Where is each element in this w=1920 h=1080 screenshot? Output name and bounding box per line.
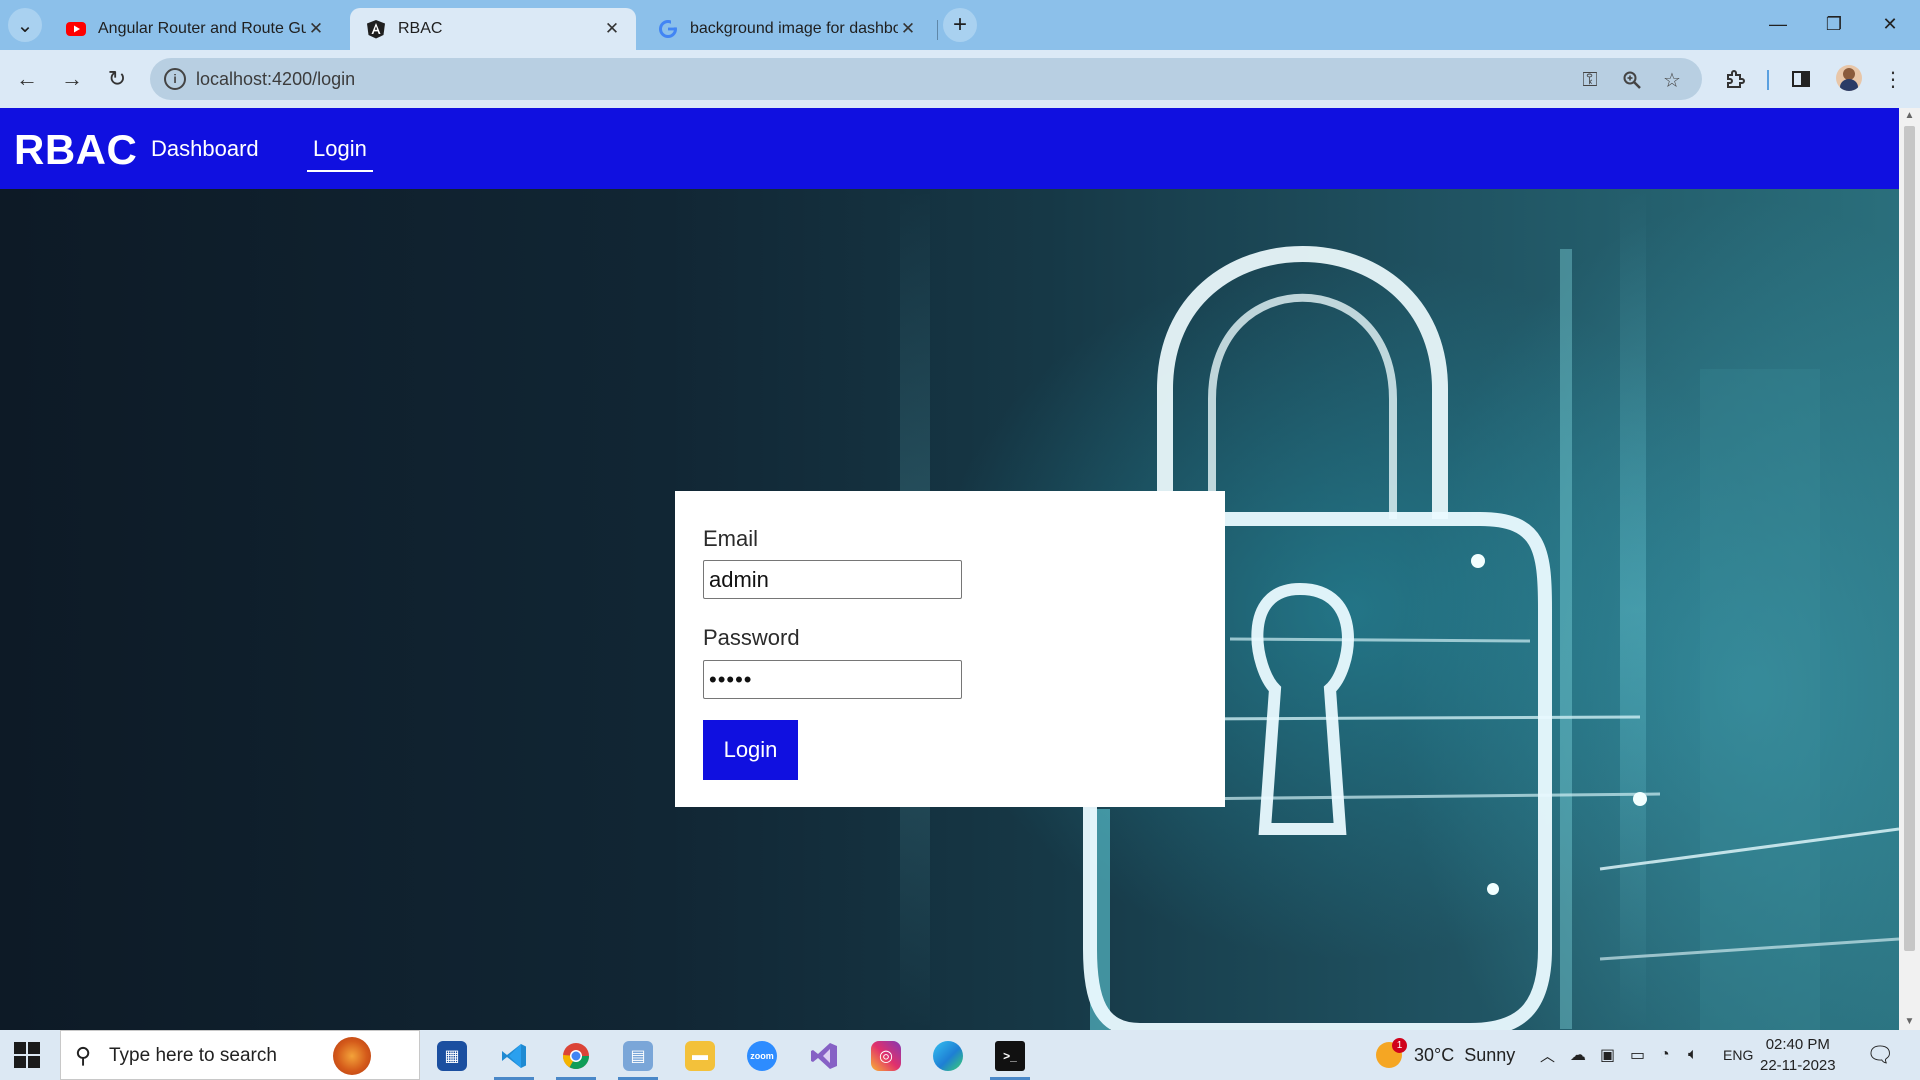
login-button[interactable]: Login [703, 720, 798, 780]
reload-button[interactable]: ↻ [100, 62, 134, 96]
app-navbar: RBAC Dashboard Login [0, 108, 1899, 189]
url-text[interactable]: localhost:4200/login [196, 69, 355, 90]
back-button[interactable]: ← [10, 62, 44, 96]
password-key-icon[interactable]: ⚿ [1578, 68, 1602, 92]
vscode-icon [499, 1041, 529, 1071]
minimize-button[interactable]: — [1750, 0, 1806, 48]
taskbar-app-terminal[interactable]: >_ [986, 1036, 1034, 1080]
tab-angular-router[interactable]: Angular Router and Route Gua ✕ [50, 8, 340, 50]
photos-icon: ▤ [623, 1041, 653, 1071]
security-tray-icon[interactable]: ▣ [1600, 1030, 1615, 1080]
zoom-icon[interactable] [1620, 68, 1644, 92]
password-input[interactable] [703, 660, 962, 699]
search-icon: ⚲ [75, 1043, 92, 1068]
site-info-icon[interactable]: i [164, 68, 186, 90]
forward-button[interactable]: → [55, 62, 89, 96]
chevron-down-icon: ⌄ [16, 14, 34, 37]
reload-icon: ↻ [107, 66, 127, 91]
scrollbar-thumb[interactable] [1904, 126, 1915, 951]
login-card: Email Password Login [675, 491, 1225, 807]
volume-icon[interactable]: 🔈︎ [1688, 1030, 1698, 1080]
clock-date: 22-11-2023 [1760, 1057, 1836, 1074]
email-label: Email [703, 526, 759, 551]
browser-tab-strip: ⌄ Angular Router and Route Gua ✕ RBAC ✕ … [0, 0, 1920, 50]
taskbar-app-file-explorer[interactable]: ▬ [676, 1036, 724, 1076]
tab-rbac[interactable]: RBAC ✕ [350, 8, 636, 50]
folder-icon: ▬ [685, 1041, 715, 1071]
taskbar-app-store[interactable]: ▦ [428, 1036, 476, 1076]
plus-icon: + [952, 11, 967, 38]
instagram-icon: ◎ [871, 1041, 901, 1071]
tab-title: RBAC [398, 20, 443, 37]
page-scrollbar[interactable]: ▲ ▼ [1899, 108, 1920, 1030]
windows-taskbar: ⚲ Type here to search ▦ ▤ ▬ zoom ◎ >_ 1 … [0, 1030, 1920, 1080]
youtube-icon [66, 19, 86, 39]
scroll-down-arrow-icon[interactable]: ▼ [1903, 1016, 1916, 1028]
wifi-icon[interactable]: ◔ [1660, 1030, 1670, 1080]
weather-badge: 1 [1392, 1038, 1407, 1053]
profile-avatar[interactable] [1836, 65, 1862, 91]
tab-separator [937, 20, 938, 40]
taskbar-app-zoom[interactable]: zoom [738, 1036, 786, 1076]
taskbar-app-chrome[interactable] [552, 1036, 600, 1080]
close-icon: ✕ [1882, 13, 1898, 34]
search-placeholder: Type here to search [109, 1045, 277, 1066]
new-tab-button[interactable]: + [943, 8, 977, 42]
side-panel-icon[interactable] [1786, 64, 1816, 94]
search-highlight-icon [333, 1037, 371, 1075]
brand-logo[interactable]: RBAC [14, 126, 137, 174]
page-viewport: RBAC Dashboard Login Email admin Passwor… [0, 108, 1920, 1030]
taskbar-app-visual-studio[interactable] [800, 1036, 848, 1076]
windows-start-icon[interactable] [14, 1042, 40, 1068]
bookmark-star-icon[interactable]: ☆ [1660, 68, 1684, 92]
tab-title: background image for dashbo [690, 20, 898, 37]
sun-weather-icon: 1 [1376, 1038, 1407, 1068]
more-menu-icon[interactable]: ⋮ [1878, 64, 1908, 94]
close-tab-icon[interactable]: ✕ [898, 19, 918, 39]
taskbar-app-vscode[interactable] [490, 1036, 538, 1080]
close-tab-icon[interactable]: ✕ [306, 19, 326, 39]
tab-search-button[interactable]: ⌄ [8, 8, 42, 42]
address-bar[interactable]: i localhost:4200/login ⚿ ☆ [150, 58, 1702, 100]
browser-toolbar: ← → ↻ i localhost:4200/login ⚿ ☆ ⋮ [0, 50, 1920, 108]
notifications-icon[interactable]: 🗨︎ [1866, 1030, 1894, 1080]
show-hidden-icons[interactable]: ︿ [1540, 1030, 1555, 1080]
taskbar-app-edge[interactable] [924, 1036, 972, 1076]
language-indicator[interactable]: ENG [1723, 1030, 1753, 1080]
scroll-up-arrow-icon[interactable]: ▲ [1903, 110, 1916, 122]
edge-icon [933, 1041, 963, 1071]
chrome-icon [561, 1041, 591, 1071]
nav-dashboard[interactable]: Dashboard [151, 136, 259, 162]
restore-button[interactable]: ❐ [1806, 0, 1862, 48]
close-window-button[interactable]: ✕ [1862, 0, 1918, 48]
weather-text: 30°C Sunny [1414, 1044, 1516, 1065]
restore-icon: ❐ [1825, 13, 1843, 34]
angular-icon [366, 19, 386, 39]
battery-icon[interactable]: ▭ [1630, 1030, 1645, 1080]
terminal-icon: >_ [995, 1041, 1025, 1071]
tab-title: Angular Router and Route Gua [98, 20, 306, 37]
chevron-up-icon: ︿ [1540, 1047, 1556, 1065]
onedrive-tray-icon[interactable]: ☁ [1570, 1030, 1586, 1080]
tab-background-image[interactable]: background image for dashbo ✕ [642, 8, 932, 50]
clock-time: 02:40 PM [1765, 1036, 1830, 1053]
toolbar-separator [1767, 70, 1769, 90]
system-clock[interactable]: 02:40 PM 22-11-2023 [1760, 1034, 1836, 1076]
taskbar-app-photos[interactable]: ▤ [614, 1036, 662, 1080]
taskbar-app-instagram[interactable]: ◎ [862, 1036, 910, 1076]
extensions-icon[interactable] [1720, 64, 1750, 94]
nav-login[interactable]: Login [307, 136, 373, 172]
arrow-left-icon: ← [16, 66, 38, 91]
weather-widget[interactable]: 1 30°C Sunny [1376, 1030, 1515, 1080]
google-icon [658, 19, 678, 39]
zoom-app-icon: zoom [747, 1041, 777, 1071]
store-icon: ▦ [437, 1041, 467, 1071]
visual-studio-icon [809, 1041, 839, 1071]
arrow-right-icon: → [61, 66, 83, 91]
close-tab-icon[interactable]: ✕ [602, 19, 622, 39]
minimize-icon: — [1769, 13, 1787, 34]
email-input[interactable] [703, 560, 962, 599]
password-label: Password [703, 625, 800, 650]
taskbar-search-box[interactable]: ⚲ Type here to search [60, 1030, 420, 1080]
